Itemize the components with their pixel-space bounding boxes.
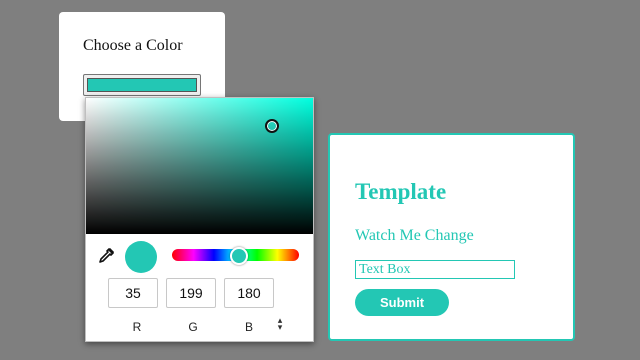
chooser-title: Choose a Color — [83, 37, 183, 54]
blue-label: B — [244, 320, 253, 334]
color-preview-circle — [125, 241, 157, 273]
red-value-input[interactable]: 35 — [108, 278, 158, 308]
up-down-arrows-icon[interactable]: ▴ ▾ — [274, 317, 286, 333]
color-picker-popup: 35 199 180 R G B ▴ ▾ — [85, 97, 314, 342]
template-card: Template Watch Me Change Submit — [328, 133, 575, 341]
saturation-value-area[interactable] — [86, 98, 313, 234]
template-subtitle: Watch Me Change — [355, 227, 474, 244]
template-title: Template — [355, 179, 447, 204]
text-box-input[interactable] — [355, 260, 515, 279]
color-input-swatch[interactable] — [83, 74, 201, 96]
hue-slider-thumb[interactable] — [230, 247, 248, 265]
blue-value-input[interactable]: 180 — [224, 278, 274, 308]
green-value-input[interactable]: 199 — [166, 278, 216, 308]
color-swatch-fill — [87, 78, 197, 92]
saturation-value-handle[interactable] — [265, 119, 279, 133]
submit-button[interactable]: Submit — [355, 289, 449, 316]
red-label: R — [132, 320, 142, 334]
eyedropper-icon[interactable] — [96, 246, 116, 266]
green-label: G — [188, 320, 198, 334]
